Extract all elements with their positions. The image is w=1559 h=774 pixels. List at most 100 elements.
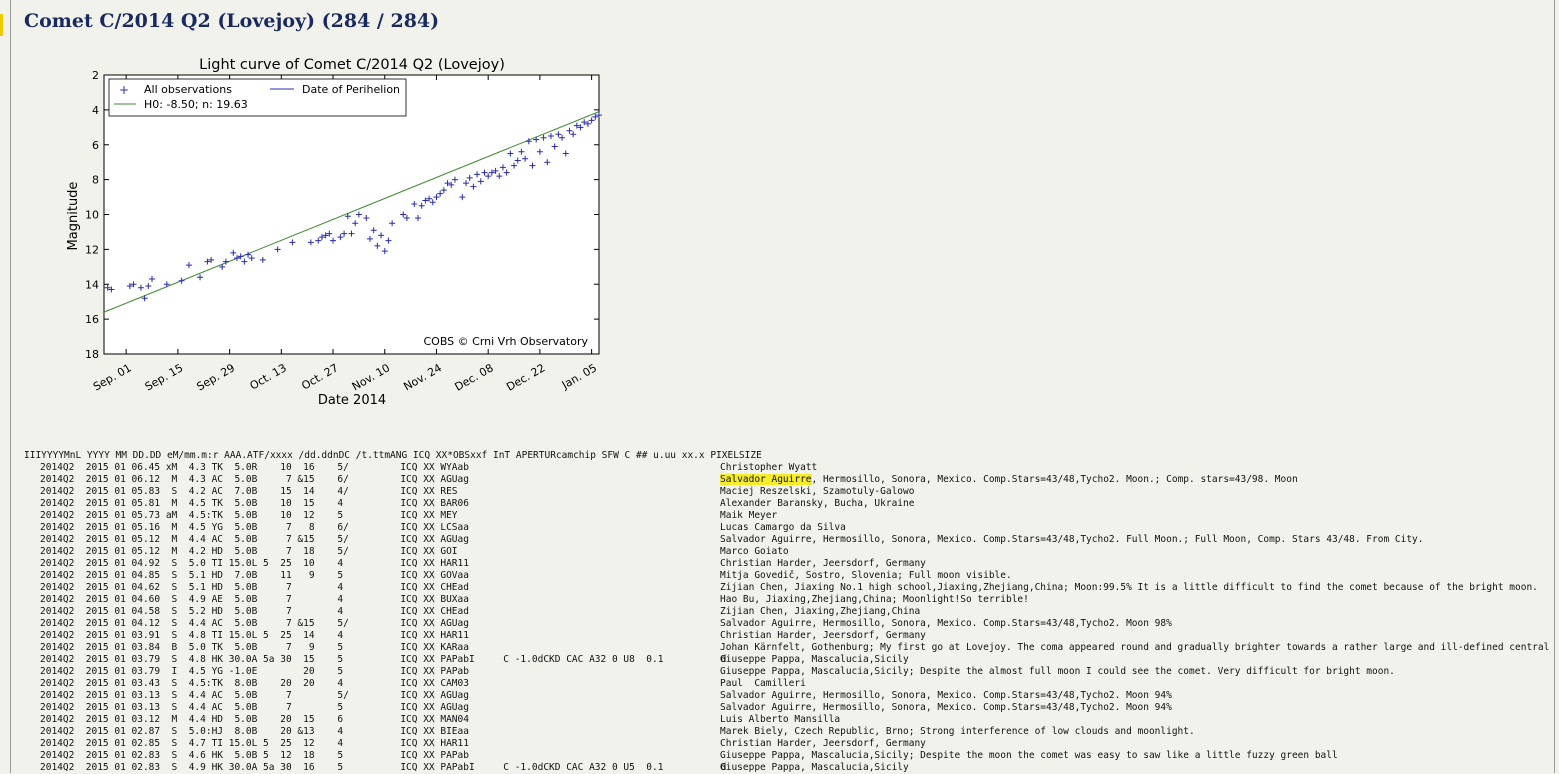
- observer-info: Marek Biely, Czech Republic, Brno; Stron…: [720, 726, 1195, 737]
- observation-row: 2014Q2 2015 01 05.81 M 4.5 TK 5.0B 10 15…: [24, 498, 1554, 510]
- legend-obs-label: All observations: [144, 83, 232, 96]
- observer-info: Giuseppe Pappa, Mascalucia,Sicily; Despi…: [720, 750, 1338, 761]
- x-tick-label: Nov. 10: [350, 361, 393, 393]
- observation-row: 2014Q2 2015 01 03.84 B 5.0 TK 5.0B 7 9 5…: [24, 642, 1554, 654]
- legend-obs-marker: +: [119, 83, 129, 97]
- observer-info: Christian Harder, Jeersdorf, Germany: [720, 558, 926, 569]
- observation-row: 2014Q2 2015 01 04.92 S 5.0 TI 15.0L 5 25…: [24, 558, 1554, 570]
- observer-info: Hao Bu, Jiaxing,Zhejiang,China; Moonligh…: [720, 594, 1029, 605]
- chart-title: Light curve of Comet C/2014 Q2 (Lovejoy): [199, 57, 505, 73]
- observation-row: 2014Q2 2015 01 03.13 S 4.4 AC 5.0B 7 5/ …: [24, 690, 1554, 702]
- observations-table: 2014Q2 2015 01 06.45 xM 4.3 TK 5.0R 10 1…: [24, 462, 1554, 774]
- observation-row: 2014Q2 2015 01 05.12 M 4.2 HD 5.0B 7 18 …: [24, 546, 1554, 558]
- y-axis-label: Magnitude: [66, 182, 81, 251]
- observation-data: 2014Q2 2015 01 04.85 S 5.1 HD 7.0B 11 9 …: [40, 570, 469, 581]
- observer-info: Luis Alberto Mansilla: [720, 714, 841, 725]
- observer-info: Paul Camilleri: [720, 678, 806, 689]
- legend-perihelion-label: Date of Perihelion: [302, 83, 400, 96]
- observer-info: Giuseppe Pappa, Mascalucia,Sicily: [720, 654, 909, 665]
- observer-info: Maik Meyer: [720, 510, 778, 521]
- observer-info: Christopher Wyatt: [720, 462, 818, 473]
- x-axis-label: Date 2014: [318, 393, 386, 408]
- observer-info: Salvador Aguirre, Hermosillo, Sonora, Me…: [720, 474, 1298, 486]
- right-border: [1554, 0, 1555, 773]
- y-tick-label: 12: [85, 243, 99, 256]
- y-tick-label: 8: [92, 174, 99, 187]
- observation-row: 2014Q2 2015 01 02.87 S 5.0:HJ 8.0B 20 &1…: [24, 726, 1554, 738]
- observation-data: 2014Q2 2015 01 03.84 B 5.0 TK 5.0B 7 9 5…: [40, 642, 469, 653]
- highlighted-observer-name: Salvador Aguirre: [720, 474, 812, 485]
- observation-row: 2014Q2 2015 01 05.83 S 4.2 AC 7.0B 15 14…: [24, 486, 1554, 498]
- plot-area: [103, 74, 600, 355]
- left-marker: [0, 14, 3, 36]
- observer-info: Lucas Camargo da Silva: [720, 522, 846, 533]
- x-tick-label: Sep. 01: [91, 361, 134, 393]
- chart-annotation: COBS © Crni Vrh Observatory: [423, 335, 588, 348]
- observation-data: 2014Q2 2015 01 05.83 S 4.2 AC 7.0B 15 14…: [40, 486, 458, 497]
- y-tick-label: 14: [85, 278, 99, 291]
- observer-info: Christian Harder, Jeersdorf, Germany: [720, 738, 926, 749]
- observation-row: 2014Q2 2015 01 06.12 M 4.3 AC 5.0B 7 &15…: [24, 474, 1554, 486]
- observer-info: Christian Harder, Jeersdorf, Germany: [720, 630, 926, 641]
- x-tick-label: Nov. 24: [401, 361, 444, 393]
- x-tick-label: Oct. 13: [248, 361, 289, 392]
- y-tick-label: 10: [85, 209, 99, 222]
- observation-row: 2014Q2 2015 01 04.85 S 5.1 HD 7.0B 11 9 …: [24, 570, 1554, 582]
- observation-data: 2014Q2 2015 01 03.79 I 4.5 YG -1.0E 20 5…: [40, 666, 469, 677]
- page-title: Comet C/2014 Q2 (Lovejoy) (284 / 284): [24, 10, 440, 32]
- observation-data: 2014Q2 2015 01 03.79 S 4.8 HK 30.0A 5a 3…: [40, 654, 727, 665]
- observer-info: Giuseppe Pappa, Mascalucia,Sicily: [720, 762, 909, 773]
- observer-info: Salvador Aguirre, Hermosillo, Sonora, Me…: [720, 534, 1424, 545]
- x-tick-label: Oct. 27: [299, 361, 340, 392]
- observer-info: Giuseppe Pappa, Mascalucia,Sicily; Despi…: [720, 666, 1395, 677]
- x-tick-label: Jan. 05: [559, 361, 599, 392]
- observation-data: 2014Q2 2015 01 02.85 S 4.7 TI 15.0L 5 25…: [40, 738, 469, 749]
- observer-info: Johan Kärnfelt, Gothenburg; My first go …: [720, 642, 1554, 653]
- observation-data: 2014Q2 2015 01 04.62 S 5.1 HD 5.0B 7 4 I…: [40, 582, 469, 593]
- observation-data: 2014Q2 2015 01 02.83 S 4.6 HK 5.0B 5 12 …: [40, 750, 469, 761]
- left-border: [10, 0, 11, 773]
- observation-data: 2014Q2 2015 01 03.91 S 4.8 TI 15.0L 5 25…: [40, 630, 469, 641]
- observation-row: 2014Q2 2015 01 04.62 S 5.1 HD 5.0B 7 4 I…: [24, 582, 1554, 594]
- observation-data: 2014Q2 2015 01 03.13 S 4.4 AC 5.0B 7 5/ …: [40, 690, 469, 701]
- x-tick-label: Sep. 29: [194, 361, 237, 393]
- observer-info: Zijian Chen, Jiaxing No.1 high school,Ji…: [720, 582, 1538, 593]
- observer-info: Salvador Aguirre, Hermosillo, Sonora, Me…: [720, 702, 1172, 713]
- observation-data: 2014Q2 2015 01 03.13 S 4.4 AC 5.0B 7 5 I…: [40, 702, 469, 713]
- observation-row: 2014Q2 2015 01 02.85 S 4.7 TI 15.0L 5 25…: [24, 738, 1554, 750]
- observation-row: 2014Q2 2015 01 06.45 xM 4.3 TK 5.0R 10 1…: [24, 462, 1554, 474]
- observer-info: Maciej Reszelski, Szamotuly-Galowo: [720, 486, 915, 497]
- legend: + All observations H0: -8.50; n: 19.63 D…: [108, 78, 407, 117]
- observer-info: Salvador Aguirre, Hermosillo, Sonora, Me…: [720, 690, 1172, 701]
- observation-row: 2014Q2 2015 01 05.16 M 4.5 YG 5.0B 7 8 6…: [24, 522, 1554, 534]
- observations-header: IIIYYYYMnL YYYY MM DD.DD eM/mm.m:r AAA.A…: [24, 450, 762, 461]
- observation-data: 2014Q2 2015 01 02.87 S 5.0:HJ 8.0B 20 &1…: [40, 726, 469, 737]
- observation-data: 2014Q2 2015 01 04.92 S 5.0 TI 15.0L 5 25…: [40, 558, 469, 569]
- y-tick-label: 6: [92, 139, 99, 152]
- y-tick-label: 2: [92, 69, 99, 82]
- x-tick-label: Dec. 22: [504, 361, 547, 393]
- y-tick-label: 4: [92, 104, 99, 117]
- observation-row: 2014Q2 2015 01 03.91 S 4.8 TI 15.0L 5 25…: [24, 630, 1554, 642]
- observation-data: 2014Q2 2015 01 03.43 S 4.5:TK 8.0B 20 20…: [40, 678, 469, 689]
- observation-row: 2014Q2 2015 01 04.12 S 4.4 AC 5.0B 7 &15…: [24, 618, 1554, 630]
- observation-data: 2014Q2 2015 01 05.73 aM 4.5:TK 5.0B 10 1…: [40, 510, 458, 521]
- observation-data: 2014Q2 2015 01 05.12 M 4.4 AC 5.0B 7 &15…: [40, 534, 469, 545]
- observation-row: 2014Q2 2015 01 05.12 M 4.4 AC 5.0B 7 &15…: [24, 534, 1554, 546]
- y-tick-label: 18: [85, 348, 99, 361]
- observation-data: 2014Q2 2015 01 04.12 S 4.4 AC 5.0B 7 &15…: [40, 618, 469, 629]
- observation-data: 2014Q2 2015 01 02.83 S 4.9 HK 30.0A 5a 3…: [40, 762, 727, 773]
- observation-row: 2014Q2 2015 01 03.13 S 4.4 AC 5.0B 7 5 I…: [24, 702, 1554, 714]
- observer-info: Zijian Chen, Jiaxing,Zhejiang,China: [720, 606, 921, 617]
- observer-info: Marco Goiato: [720, 546, 789, 557]
- x-tick-label: Sep. 15: [143, 361, 186, 393]
- observation-data: 2014Q2 2015 01 03.12 M 4.4 HD 5.0B 20 15…: [40, 714, 469, 725]
- observer-info: Salvador Aguirre, Hermosillo, Sonora, Me…: [720, 618, 1172, 629]
- observation-data: 2014Q2 2015 01 06.45 xM 4.3 TK 5.0R 10 1…: [40, 462, 469, 473]
- observation-data: 2014Q2 2015 01 05.12 M 4.2 HD 5.0B 7 18 …: [40, 546, 458, 557]
- observation-row: 2014Q2 2015 01 05.73 aM 4.5:TK 5.0B 10 1…: [24, 510, 1554, 522]
- observation-data: 2014Q2 2015 01 05.81 M 4.5 TK 5.0B 10 15…: [40, 498, 469, 509]
- y-tick-label: 16: [85, 313, 99, 326]
- legend-fit-label: H0: -8.50; n: 19.63: [144, 98, 248, 111]
- observer-details: , Hermosillo, Sonora, Mexico. Comp.Stars…: [811, 474, 1298, 485]
